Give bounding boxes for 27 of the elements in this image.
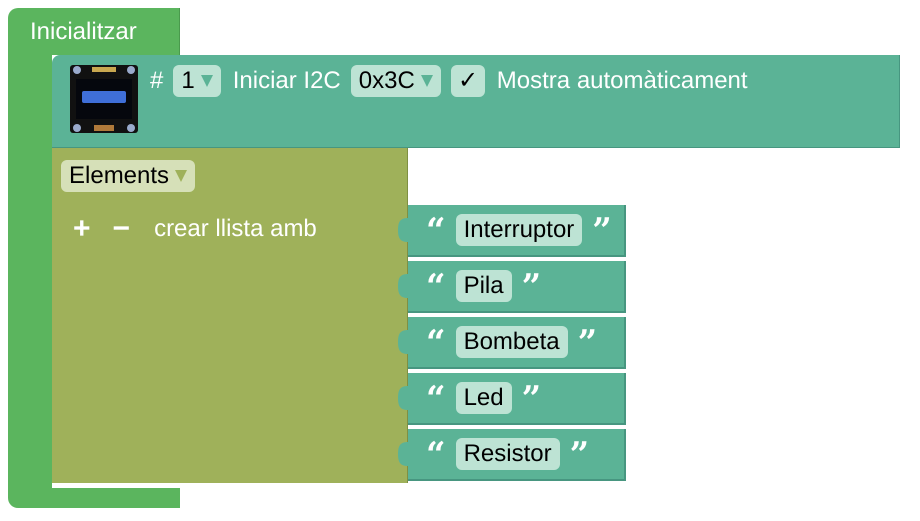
text-field[interactable]: Led (456, 382, 512, 414)
block-label: crear llista amb (154, 214, 317, 244)
checkbox[interactable]: ✓ (450, 65, 485, 97)
text-field[interactable]: Pila (456, 270, 512, 302)
quote-mark: ” (578, 327, 598, 357)
quote-mark: “ (426, 383, 446, 413)
hash-label: # (150, 66, 164, 96)
dropdown-field[interactable]: 0x3C (350, 65, 441, 97)
text-field[interactable]: Bombeta (456, 326, 568, 358)
caret-icon (420, 75, 433, 87)
dropdown-field[interactable]: Elements (61, 160, 196, 192)
caret-icon (175, 170, 188, 182)
text-field[interactable]: Interruptor (456, 214, 582, 246)
block-label: Iniciar I2C (232, 66, 341, 96)
block-title: Inicialitzar (30, 18, 137, 46)
checkbox-label: Mostra automàticament (496, 66, 748, 96)
quote-mark: “ (426, 215, 446, 245)
quote-mark: ” (570, 439, 590, 469)
quote-mark: “ (426, 439, 446, 469)
quote-mark: “ (426, 271, 446, 301)
quote-mark: ” (522, 271, 542, 301)
text-field[interactable]: Resistor (456, 438, 560, 470)
quote-mark: ” (522, 383, 542, 413)
dropdown-field[interactable]: 1 (173, 65, 221, 97)
quote-mark: ” (592, 215, 612, 245)
caret-icon (200, 75, 213, 87)
quote-mark: “ (426, 327, 446, 357)
